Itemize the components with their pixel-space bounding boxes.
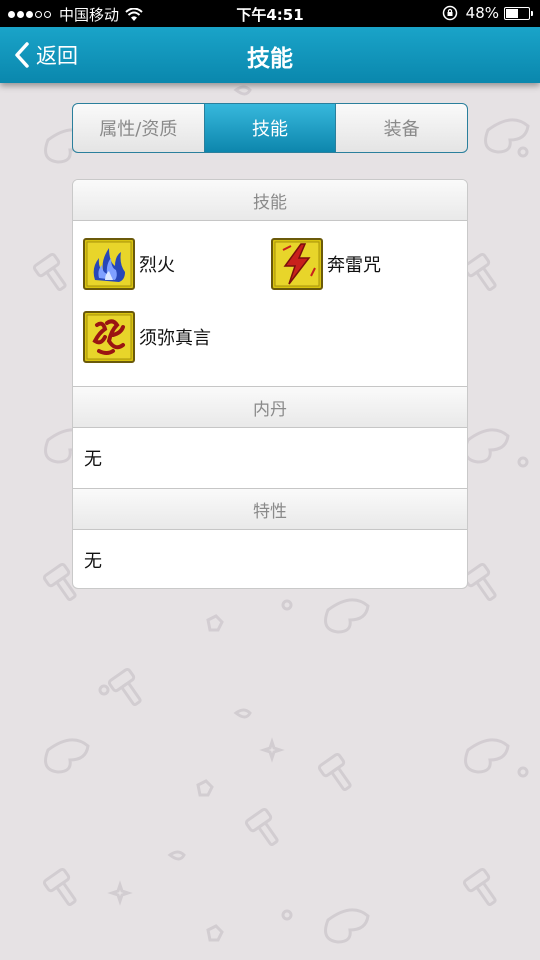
skill-name: 须弥真言 xyxy=(139,328,211,349)
details-card: 技能 烈火 奔雷咒 须弥真言 内丹 无 特性 无 xyxy=(72,179,468,589)
blue-flame-icon xyxy=(83,238,135,290)
tab-equipment[interactable]: 装备 xyxy=(336,104,467,152)
nav-bar: 返回 技能 xyxy=(0,27,540,83)
skill-name: 烈火 xyxy=(139,255,175,276)
skill-item[interactable]: 烈火 xyxy=(83,238,175,290)
skills-section-header: 技能 xyxy=(73,180,467,221)
status-bar: 中国移动 下午4:51 48% xyxy=(0,0,540,27)
tab-bar: 属性/资质 技能 装备 xyxy=(72,103,468,153)
red-rune-icon xyxy=(83,311,135,363)
tab-attributes[interactable]: 属性/资质 xyxy=(73,104,205,152)
skill-name: 奔雷咒 xyxy=(327,255,381,276)
traits-value: 无 xyxy=(84,551,102,572)
skills-list: 烈火 奔雷咒 须弥真言 xyxy=(73,221,467,386)
page-title: 技能 xyxy=(247,46,293,72)
tab-skills[interactable]: 技能 xyxy=(204,104,337,152)
orientation-lock-icon xyxy=(442,5,457,21)
skill-item[interactable]: 奔雷咒 xyxy=(271,238,381,290)
battery-percent: 48% xyxy=(465,4,499,22)
lightning-icon xyxy=(271,238,323,290)
inner-pill-value: 无 xyxy=(84,449,102,470)
battery-icon xyxy=(504,6,533,20)
inner-pill-section-header: 内丹 xyxy=(73,386,467,428)
skill-item[interactable]: 须弥真言 xyxy=(83,311,211,363)
traits-section-header: 特性 xyxy=(73,488,467,530)
